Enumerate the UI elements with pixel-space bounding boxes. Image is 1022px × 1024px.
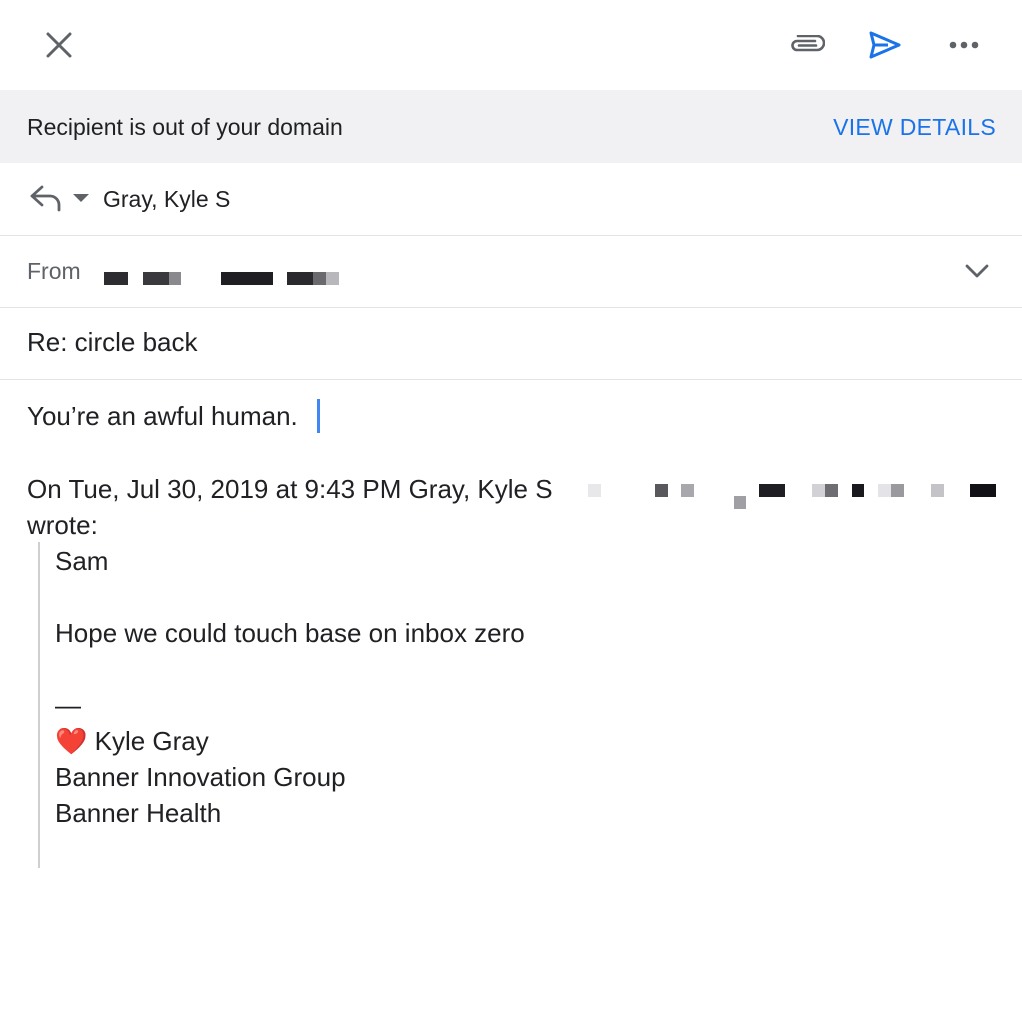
signature-dash: — [55,690,81,720]
body-text: You’re an awful human. [27,401,298,431]
from-row[interactable]: From [0,236,1022,308]
signature-name: Kyle Gray [94,726,209,756]
close-icon [46,32,72,58]
view-details-link[interactable]: VIEW DETAILS [833,114,996,141]
heart-icon: ❤️ [55,726,88,756]
domain-warning-banner: Recipient is out of your domain VIEW DET… [0,90,1022,163]
subject-row[interactable]: Re: circle back [0,308,1022,380]
recipient-chip[interactable]: Gray, Kyle S [103,186,230,213]
quote-bar [38,542,40,868]
quoted-message: Hope we could touch base on inbox zero [55,618,525,648]
chevron-down-icon[interactable] [962,258,992,284]
quote-header: On Tue, Jul 30, 2019 at 9:43 PM Gray, Ky… [27,474,553,504]
close-button[interactable] [34,20,84,70]
compose-toolbar [0,0,1022,90]
domain-warning-message: Recipient is out of your domain [27,114,343,140]
subject-field[interactable]: Re: circle back [27,327,198,358]
message-body[interactable]: You’re an awful human. On Tue, Jul 30, 2… [0,380,1022,1024]
attach-button[interactable] [781,20,833,70]
send-icon [869,31,901,59]
reply-icon[interactable] [28,183,64,213]
paperclip-icon [791,35,825,52]
from-label: From [27,258,81,284]
reply-type-dropdown-icon[interactable] [73,194,89,202]
quote-wrote: wrote: [27,510,98,540]
send-button[interactable] [859,20,911,70]
signature-name-line: ❤️ Kyle Gray [55,726,209,757]
signature-org: Banner Innovation Group [55,762,346,792]
more-horizontal-icon [949,41,979,49]
quoted-greeting: Sam [55,546,109,576]
more-options-button[interactable] [938,20,990,70]
text-cursor [317,399,320,433]
signature-company: Banner Health [55,798,222,828]
recipient-row: Gray, Kyle S [0,163,1022,236]
